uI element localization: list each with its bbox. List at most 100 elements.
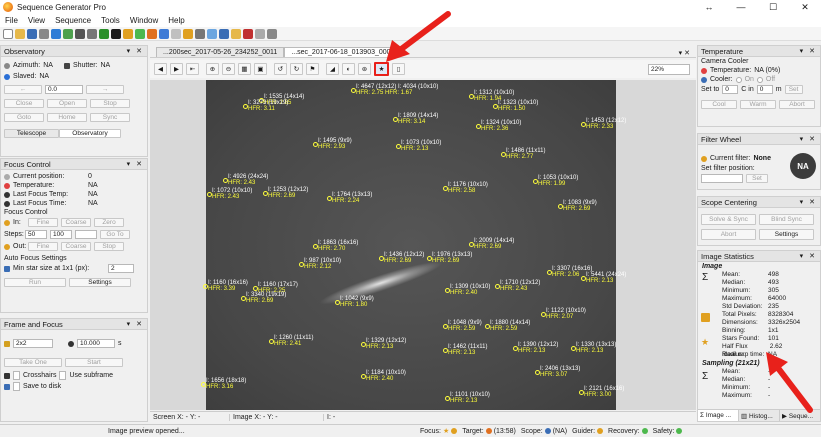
image-canvas[interactable]: I: 4647 (12x12) I: 4034 (10x10) HFR: 2.75…	[150, 80, 696, 410]
sync-button[interactable]: Sync	[90, 113, 130, 122]
save-to-disk-checkbox[interactable]	[13, 382, 20, 391]
fit-icon[interactable]: ▦	[238, 63, 251, 75]
play-icon[interactable]	[111, 28, 121, 39]
rotate-left-icon[interactable]: ↺	[274, 63, 287, 75]
focus-icon[interactable]	[135, 28, 145, 39]
exposure-input[interactable]: 10.000	[77, 339, 115, 348]
use-subframe-checkbox[interactable]	[59, 371, 67, 380]
close-shutter-button[interactable]: Close	[4, 99, 44, 108]
minimize-button[interactable]: —	[725, 0, 757, 14]
binning-select[interactable]: 2x2	[13, 339, 53, 348]
gear-icon[interactable]	[123, 28, 133, 39]
blind-sync-button[interactable]: Blind Sync	[759, 214, 814, 225]
alert-icon[interactable]	[243, 28, 253, 39]
in-coarse-button[interactable]: Coarse	[61, 218, 91, 227]
new-file-icon[interactable]	[3, 28, 13, 39]
take-one-button[interactable]: Take One	[4, 358, 62, 367]
run-autofocus-button[interactable]: Run	[4, 278, 66, 287]
abort-temp-button[interactable]: Abort	[779, 100, 815, 109]
zoom-in-icon[interactable]: ⊕	[206, 63, 219, 75]
panel-controls[interactable]: ▾ ✕	[127, 320, 144, 328]
goto-button[interactable]: Goto	[4, 113, 44, 122]
menu-view[interactable]: View	[23, 16, 50, 25]
back-button[interactable]: ◀	[154, 63, 167, 75]
tab-observatory[interactable]: Observatory	[59, 129, 121, 138]
menu-tools[interactable]: Tools	[96, 16, 125, 25]
sky-image[interactable]: I: 4647 (12x12) I: 4034 (10x10) HFR: 2.75…	[201, 80, 626, 410]
open-folder-icon[interactable]	[15, 28, 25, 39]
set-filter-button[interactable]: Set	[746, 174, 768, 183]
stop-button[interactable]: Stop	[90, 99, 130, 108]
tab-image-stats[interactable]: Σ Image ...	[698, 410, 739, 421]
settings-icon[interactable]	[255, 28, 265, 39]
stop-focus-button[interactable]: Stop	[94, 242, 124, 251]
menu-window[interactable]: Window	[125, 16, 163, 25]
set-temp-button[interactable]: Set	[784, 85, 803, 94]
panel-controls[interactable]: ▾ ✕	[127, 160, 144, 168]
forward-button[interactable]: ▶	[170, 63, 183, 75]
panel-controls[interactable]: ▾ ✕	[800, 47, 817, 55]
steps-goto-input[interactable]	[75, 230, 97, 239]
home-button[interactable]: Home	[47, 113, 87, 122]
centering-settings-button[interactable]: Settings	[759, 229, 814, 240]
out-fine-button[interactable]: Fine	[28, 242, 58, 251]
sigma-icon[interactable]	[87, 28, 97, 39]
plus-icon[interactable]	[39, 28, 49, 39]
start-loop-button[interactable]: Start	[65, 358, 123, 367]
filter-select[interactable]	[701, 174, 743, 183]
grid-icon[interactable]	[63, 28, 73, 39]
menu-sequence[interactable]: Sequence	[50, 16, 96, 25]
equipment-icon[interactable]	[51, 28, 61, 39]
cooler-on-radio[interactable]	[735, 76, 742, 83]
flag-icon[interactable]: ⚑	[306, 63, 319, 75]
zoom-select[interactable]: 22%	[648, 63, 690, 75]
tab-document-1[interactable]: ...200sec_2017-05-26_234252_0011	[156, 47, 285, 57]
maximize-button[interactable]: ☐	[757, 0, 789, 14]
scope-icon[interactable]	[195, 28, 205, 39]
zero-button[interactable]: Zero	[94, 218, 124, 227]
panel-controls[interactable]: ▾ ✕	[800, 252, 817, 260]
monitor-icon[interactable]	[267, 28, 277, 39]
panel-controls[interactable]: ▾ ✕	[127, 47, 144, 55]
cooler-off-radio[interactable]	[756, 76, 763, 83]
steps-coarse-input[interactable]: 100	[50, 230, 72, 239]
tab-controls[interactable]: ▾ ✕	[679, 49, 690, 57]
weather-icon[interactable]	[207, 28, 217, 39]
observatory-icon[interactable]	[219, 28, 229, 39]
in-fine-button[interactable]: Fine	[28, 218, 58, 227]
bullseye-icon[interactable]	[171, 28, 181, 39]
rotate-left-button[interactable]: ←	[4, 85, 42, 94]
open-shutter-button[interactable]: Open	[47, 99, 87, 108]
filter-icon[interactable]	[183, 28, 193, 39]
rotate-right-button[interactable]: →	[86, 85, 124, 94]
solve-sync-button[interactable]: Solve & Sync	[701, 214, 756, 225]
actual-size-icon[interactable]: ▣	[254, 63, 267, 75]
crosshair-target-icon[interactable]: ⊛	[358, 63, 371, 75]
crosshairs-checkbox[interactable]	[13, 371, 20, 380]
target-icon[interactable]	[147, 28, 157, 39]
camera-icon[interactable]	[99, 28, 109, 39]
rotate-right-icon[interactable]: ↻	[290, 63, 303, 75]
panel-controls[interactable]: ▾ ✕	[800, 198, 817, 206]
frame-icon[interactable]	[159, 28, 169, 39]
table-icon[interactable]	[75, 28, 85, 39]
menu-file[interactable]: File	[0, 16, 23, 25]
contrast-icon[interactable]: ◐	[342, 63, 355, 75]
menu-help[interactable]: Help	[163, 16, 189, 25]
out-coarse-button[interactable]: Coarse	[61, 242, 91, 251]
notes-icon[interactable]	[231, 28, 241, 39]
c-in-input[interactable]: 0	[756, 85, 773, 94]
goto-position-button[interactable]: Go To	[100, 230, 130, 239]
close-button[interactable]: ✕	[789, 0, 821, 14]
tab-telescope[interactable]: Telescope	[4, 129, 59, 138]
cool-button[interactable]: Cool	[701, 100, 737, 109]
prev-image-button[interactable]: ⇤	[186, 63, 199, 75]
steps-fine-input[interactable]: 50	[25, 230, 47, 239]
save-icon[interactable]	[27, 28, 37, 39]
min-star-size-input[interactable]: 2	[108, 264, 134, 273]
zoom-out-icon[interactable]: ⊖	[222, 63, 235, 75]
stretch-icon[interactable]: ◢	[326, 63, 339, 75]
autofocus-settings-button[interactable]: Settings	[69, 278, 131, 287]
set-to-input[interactable]: 0	[722, 85, 739, 94]
panel-controls[interactable]: ▾ ✕	[800, 135, 817, 143]
